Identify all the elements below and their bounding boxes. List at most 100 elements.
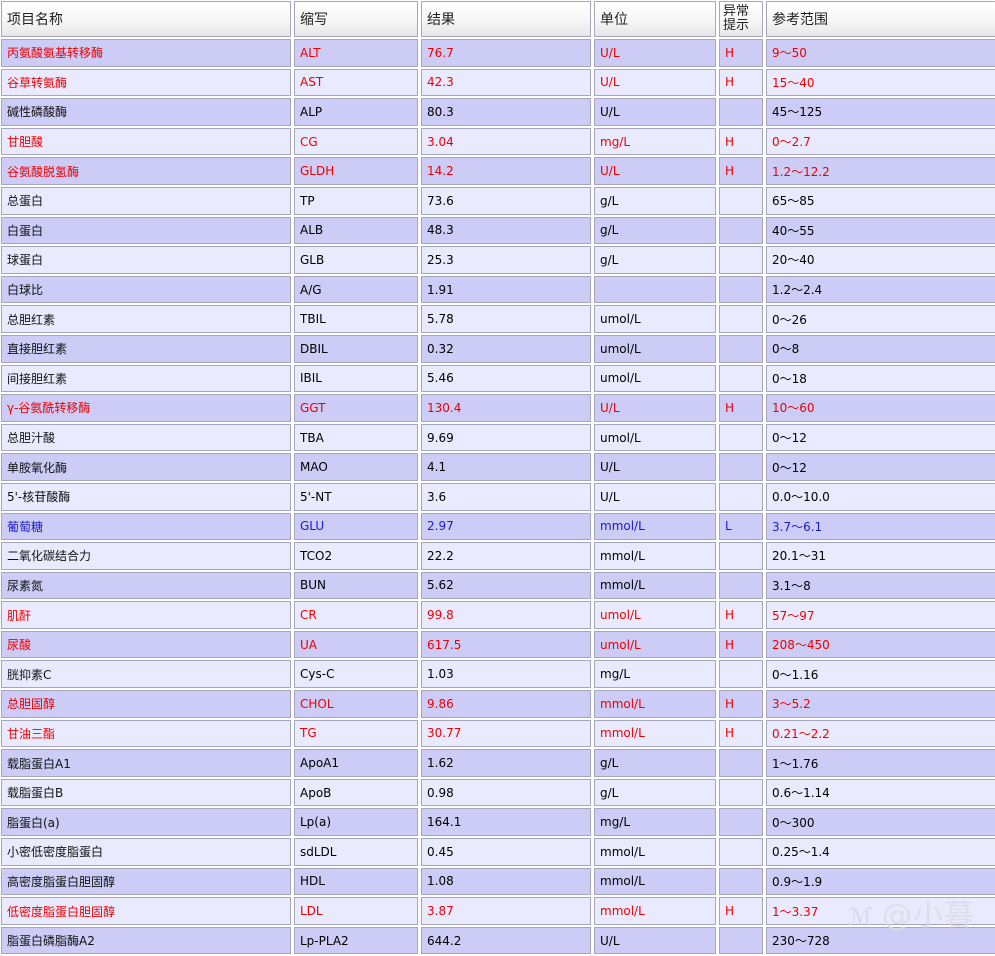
cell-abbreviation: TBA: [294, 423, 418, 452]
cell-unit: mg/L: [594, 127, 716, 156]
cell-reference-range: 3.1～8: [766, 571, 995, 600]
cell-unit: mg/L: [594, 660, 716, 689]
cell-abnormal-flag: H: [719, 394, 763, 422]
cell-abnormal-flag: L: [719, 512, 763, 541]
cell-unit: umol/L: [594, 334, 716, 363]
table-row[interactable]: γ-谷氨酰转移酶 GGT 130.4 U/L H 10～60: [1, 394, 995, 422]
table-row[interactable]: 间接胆红素 IBIL 5.46 umol/L 0～18: [1, 364, 995, 393]
table-row[interactable]: 谷草转氨酶 AST 42.3 U/L H 15～40: [1, 68, 995, 97]
header-unit[interactable]: 单位: [594, 1, 716, 37]
table-row[interactable]: 二氧化碳结合力 TCO2 22.2 mmol/L 20.1～31: [1, 542, 995, 570]
table-row[interactable]: 尿酸 UA 617.5 umol/L H 208～450: [1, 630, 995, 659]
cell-reference-range: 3.7～6.1: [766, 512, 995, 541]
cell-abnormal-flag: [719, 305, 763, 333]
table-row[interactable]: 5'-核苷酸酶 5'-NT 3.6 U/L 0.0～10.0: [1, 482, 995, 511]
cell-abnormal-flag: [719, 482, 763, 511]
table-row[interactable]: 白蛋白 ALB 48.3 g/L 40～55: [1, 216, 995, 245]
table-row[interactable]: 白球比 A/G 1.91 1.2～2.4: [1, 275, 995, 304]
cell-unit: g/L: [594, 246, 716, 274]
table-row[interactable]: 单胺氧化酶 MAO 4.1 U/L 0～12: [1, 453, 995, 481]
cell-item-name: 直接胆红素: [1, 334, 291, 363]
cell-abbreviation: HDL: [294, 867, 418, 896]
table-row[interactable]: 小密低密度脂蛋白 sdLDL 0.45 mmol/L 0.25～1.4: [1, 838, 995, 866]
table-row[interactable]: 总蛋白 TP 73.6 g/L 65～85: [1, 186, 995, 215]
cell-unit: g/L: [594, 216, 716, 245]
table-row[interactable]: 低密度脂蛋白胆固醇 LDL 3.87 mmol/L H 1～3.37: [1, 897, 995, 925]
cell-result: 5.46: [421, 364, 591, 393]
table-row[interactable]: 脂蛋白(a) Lp(a) 164.1 mg/L 0～300: [1, 808, 995, 837]
table-row[interactable]: 直接胆红素 DBIL 0.32 umol/L 0～8: [1, 334, 995, 363]
cell-abnormal-flag: [719, 571, 763, 600]
cell-reference-range: 15～40: [766, 68, 995, 97]
cell-item-name: 尿素氮: [1, 571, 291, 600]
table-row[interactable]: 碱性磷酸酶 ALP 80.3 U/L 45～125: [1, 98, 995, 126]
cell-reference-range: 0.21～2.2: [766, 719, 995, 748]
table-row[interactable]: 球蛋白 GLB 25.3 g/L 20～40: [1, 246, 995, 274]
cell-reference-range: 10～60: [766, 394, 995, 422]
table-row[interactable]: 载脂蛋白B ApoB 0.98 g/L 0.6～1.14: [1, 778, 995, 807]
cell-unit: umol/L: [594, 630, 716, 659]
cell-unit: U/L: [594, 39, 716, 67]
cell-item-name: 丙氨酸氨基转移酶: [1, 39, 291, 67]
cell-abbreviation: GLB: [294, 246, 418, 274]
cell-unit: mmol/L: [594, 867, 716, 896]
table-row[interactable]: 甘油三酯 TG 30.77 mmol/L H 0.21～2.2: [1, 719, 995, 748]
cell-reference-range: 0.0～10.0: [766, 482, 995, 511]
cell-reference-range: 0～1.16: [766, 660, 995, 689]
cell-abnormal-flag: [719, 334, 763, 363]
cell-abbreviation: Cys-C: [294, 660, 418, 689]
cell-unit: umol/L: [594, 601, 716, 629]
cell-abbreviation: AST: [294, 68, 418, 97]
cell-abbreviation: ALB: [294, 216, 418, 245]
cell-abnormal-flag: H: [719, 630, 763, 659]
cell-abnormal-flag: [719, 246, 763, 274]
table-row[interactable]: 葡萄糖 GLU 2.97 mmol/L L 3.7～6.1: [1, 512, 995, 541]
header-result[interactable]: 结果: [421, 1, 591, 37]
cell-abbreviation: ALP: [294, 98, 418, 126]
header-abbreviation[interactable]: 缩写: [294, 1, 418, 37]
table-row[interactable]: 丙氨酸氨基转移酶 ALT 76.7 U/L H 9～50: [1, 39, 995, 67]
cell-item-name: 碱性磷酸酶: [1, 98, 291, 126]
cell-unit: mmol/L: [594, 571, 716, 600]
cell-abnormal-flag: H: [719, 127, 763, 156]
cell-result: 14.2: [421, 157, 591, 185]
cell-abbreviation: 5'-NT: [294, 482, 418, 511]
cell-abbreviation: ApoB: [294, 778, 418, 807]
cell-item-name: 肌酐: [1, 601, 291, 629]
cell-reference-range: 0～26: [766, 305, 995, 333]
table-row[interactable]: 甘胆酸 CG 3.04 mg/L H 0～2.7: [1, 127, 995, 156]
table-row[interactable]: 总胆固醇 CHOL 9.86 mmol/L H 3～5.2: [1, 690, 995, 718]
cell-unit: g/L: [594, 186, 716, 215]
table-row[interactable]: 总胆红素 TBIL 5.78 umol/L 0～26: [1, 305, 995, 333]
table-row[interactable]: 载脂蛋白A1 ApoA1 1.62 g/L 1～1.76: [1, 749, 995, 777]
cell-item-name: 载脂蛋白A1: [1, 749, 291, 777]
cell-result: 3.87: [421, 897, 591, 925]
cell-result: 1.91: [421, 275, 591, 304]
cell-reference-range: 20～40: [766, 246, 995, 274]
cell-abnormal-flag: H: [719, 601, 763, 629]
table-row[interactable]: 总胆汁酸 TBA 9.69 umol/L 0～12: [1, 423, 995, 452]
cell-reference-range: 1～3.37: [766, 897, 995, 925]
cell-result: 25.3: [421, 246, 591, 274]
cell-abbreviation: Lp-PLA2: [294, 926, 418, 955]
cell-abbreviation: A/G: [294, 275, 418, 304]
table-row[interactable]: 脂蛋白磷脂酶A2 Lp-PLA2 644.2 U/L 230～728: [1, 926, 995, 955]
table-row[interactable]: 胱抑素C Cys-C 1.03 mg/L 0～1.16: [1, 660, 995, 689]
table-row[interactable]: 高密度脂蛋白胆固醇 HDL 1.08 mmol/L 0.9～1.9: [1, 867, 995, 896]
cell-result: 80.3: [421, 98, 591, 126]
header-reference-range[interactable]: 参考范围: [766, 1, 995, 37]
table-row[interactable]: 谷氨酸脱氢酶 GLDH 14.2 U/L H 1.2～12.2: [1, 157, 995, 185]
cell-result: 1.03: [421, 660, 591, 689]
cell-abnormal-flag: [719, 453, 763, 481]
table-row[interactable]: 肌酐 CR 99.8 umol/L H 57～97: [1, 601, 995, 629]
cell-abnormal-flag: [719, 98, 763, 126]
header-item-name[interactable]: 项目名称: [1, 1, 291, 37]
cell-reference-range: 0～300: [766, 808, 995, 837]
table-row[interactable]: 尿素氮 BUN 5.62 mmol/L 3.1～8: [1, 571, 995, 600]
cell-result: 22.2: [421, 542, 591, 570]
header-abnormal-flag[interactable]: 异常 提示: [719, 1, 763, 37]
cell-abnormal-flag: H: [719, 157, 763, 185]
cell-abnormal-flag: H: [719, 690, 763, 718]
cell-item-name: 尿酸: [1, 630, 291, 659]
cell-abbreviation: LDL: [294, 897, 418, 925]
